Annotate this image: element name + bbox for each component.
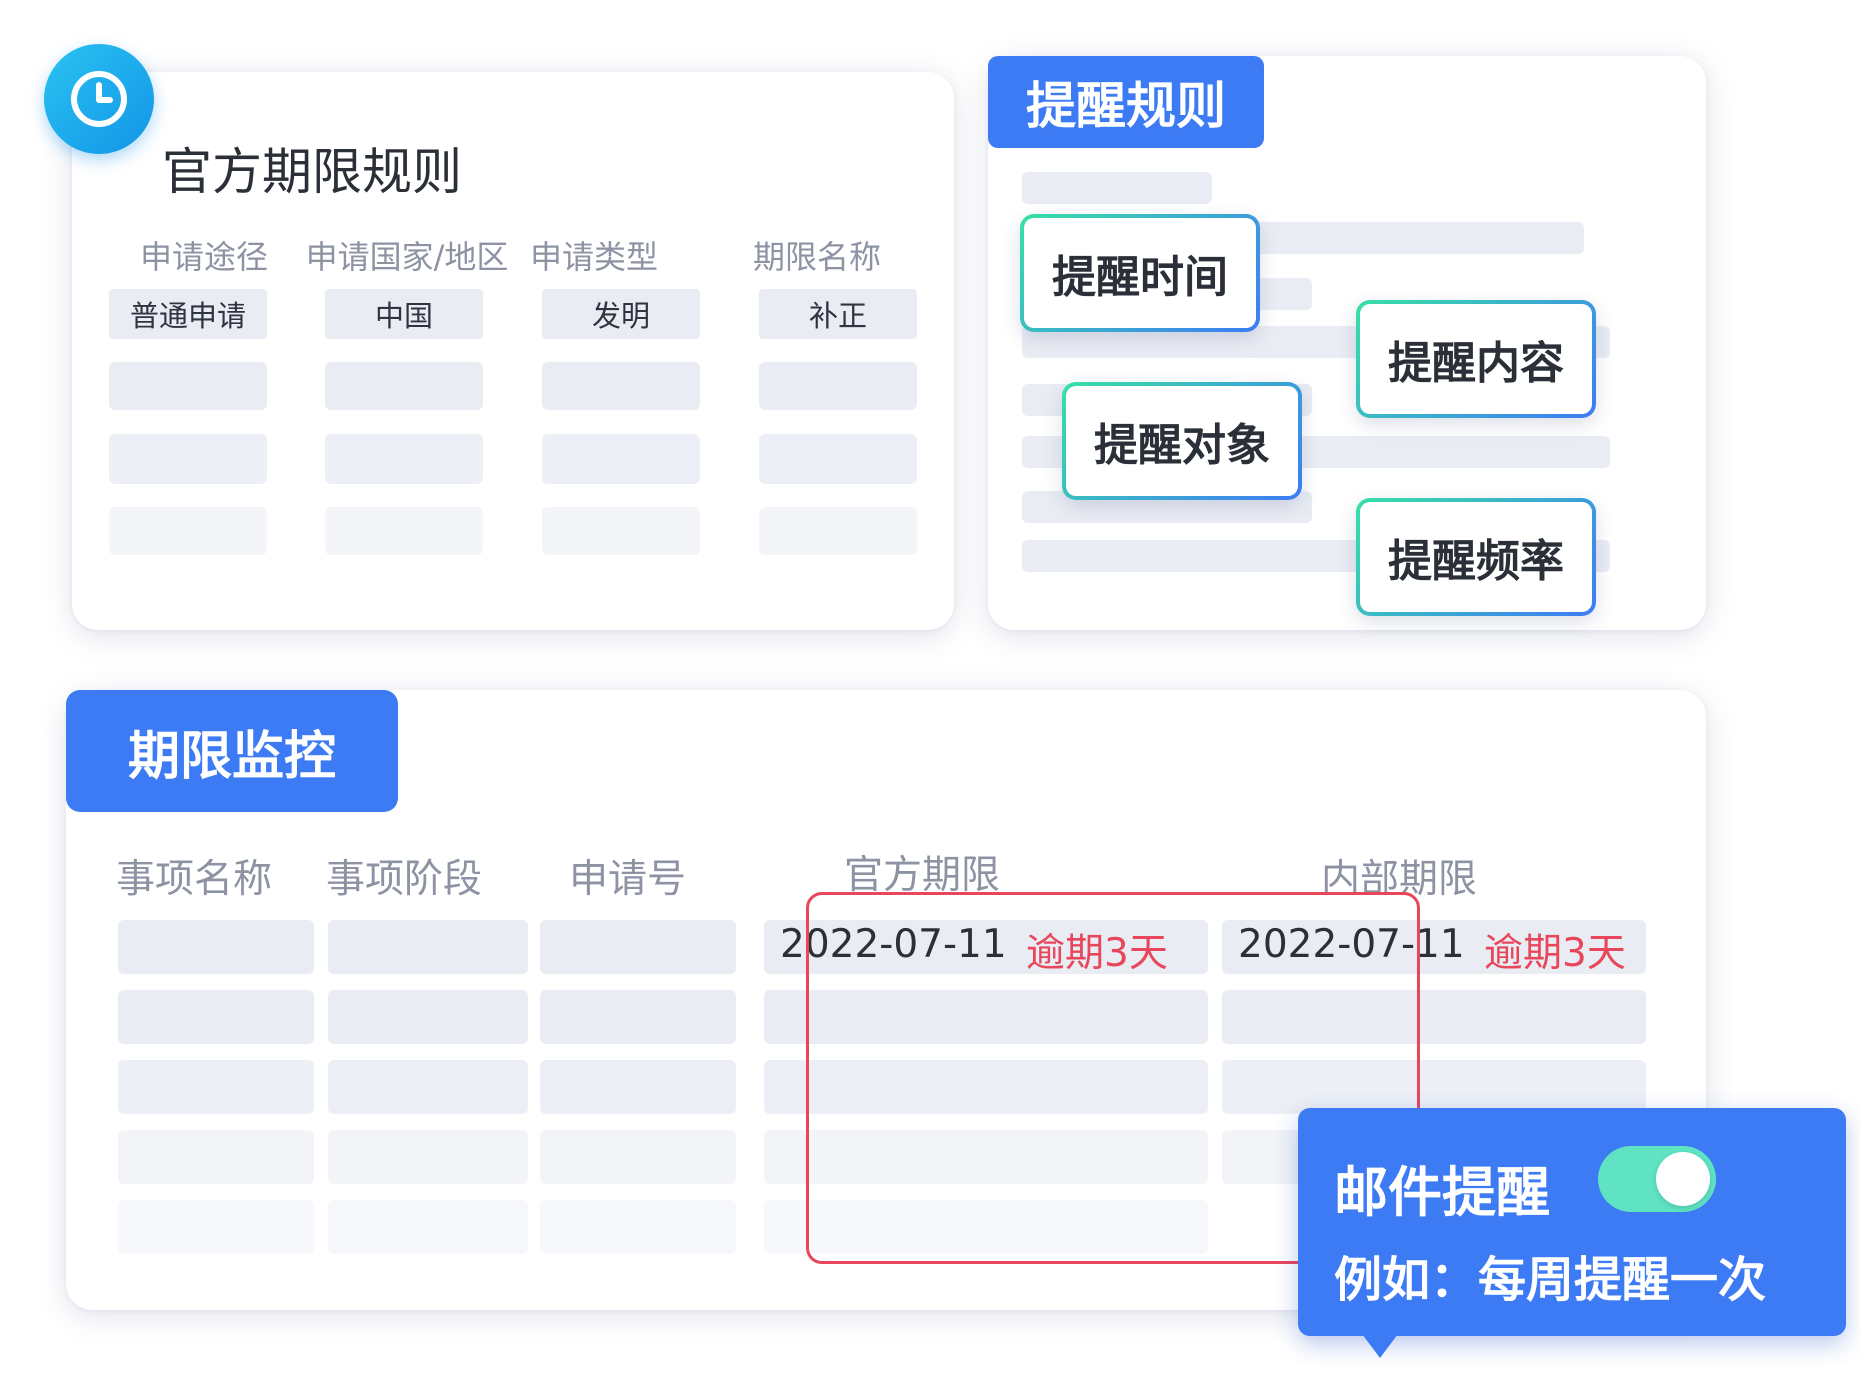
column-header-item-stage: 事项阶段 (326, 857, 483, 902)
placeholder-cell (759, 362, 917, 410)
placeholder-cell (540, 1060, 736, 1114)
deadline-monitor-tag: 期限监控 (66, 690, 398, 812)
reminder-time-button[interactable]: 提醒时间 (1020, 214, 1260, 332)
column-header-route: 申请途径 (139, 238, 268, 276)
column-header-country: 申请国家/地区 (305, 238, 509, 276)
email-reminder-popup: 邮件提醒 例如：每周提醒一次 (1298, 1108, 1846, 1336)
placeholder-cell (118, 1200, 314, 1254)
placeholder-cell (328, 920, 528, 974)
placeholder-cell (325, 507, 483, 555)
placeholder-cell (109, 507, 267, 555)
placeholder-cell (542, 434, 700, 484)
placeholder-cell (759, 507, 917, 555)
placeholder-cell (540, 990, 736, 1044)
placeholder-cell (118, 990, 314, 1044)
clock-icon (71, 71, 127, 127)
reminder-content-button[interactable]: 提醒内容 (1356, 300, 1596, 418)
reminder-rules-tag: 提醒规则 (988, 56, 1264, 148)
placeholder-cell (109, 362, 267, 410)
column-header-deadline-name: 期限名称 (752, 238, 881, 276)
placeholder-cell (328, 990, 528, 1044)
reminder-frequency-button[interactable]: 提醒频率 (1356, 498, 1596, 616)
placeholder-line (1022, 172, 1212, 204)
placeholder-cell (540, 1130, 736, 1184)
cell-country: 中国 (325, 289, 483, 339)
placeholder-cell (540, 1200, 736, 1254)
placeholder-cell (328, 1060, 528, 1114)
placeholder-cell (328, 1130, 528, 1184)
placeholder-cell (540, 920, 736, 974)
toggle-knob (1656, 1152, 1710, 1206)
email-reminder-example: 例如：每周提醒一次 (1334, 1252, 1767, 1308)
placeholder-cell (118, 920, 314, 974)
internal-deadline-status: 逾期3天 (1484, 931, 1626, 976)
placeholder-cell (328, 1200, 528, 1254)
placeholder-cell (325, 434, 483, 484)
placeholder-cell (542, 362, 700, 410)
placeholder-cell (109, 434, 267, 484)
email-reminder-toggle[interactable] (1598, 1146, 1716, 1212)
cell-route: 普通申请 (109, 289, 267, 339)
placeholder-cell (118, 1060, 314, 1114)
cell-deadline-name: 补正 (759, 289, 917, 339)
clock-badge (44, 44, 154, 154)
reminder-target-button[interactable]: 提醒对象 (1062, 382, 1302, 500)
cell-type: 发明 (542, 289, 700, 339)
email-reminder-title: 邮件提醒 (1334, 1161, 1550, 1224)
column-header-application-no: 申请号 (569, 857, 687, 902)
placeholder-cell (759, 434, 917, 484)
placeholder-cell (325, 362, 483, 410)
column-header-type: 申请类型 (529, 238, 658, 276)
popup-pointer (1362, 1334, 1398, 1358)
placeholder-cell (118, 1130, 314, 1184)
placeholder-cell (542, 507, 700, 555)
column-header-item-name: 事项名称 (116, 857, 273, 902)
official-rules-card: 官方期限规则 申请途径 申请国家/地区 申请类型 期限名称 普通申请 中国 发明… (72, 72, 954, 630)
official-rules-title: 官方期限规则 (162, 143, 462, 201)
